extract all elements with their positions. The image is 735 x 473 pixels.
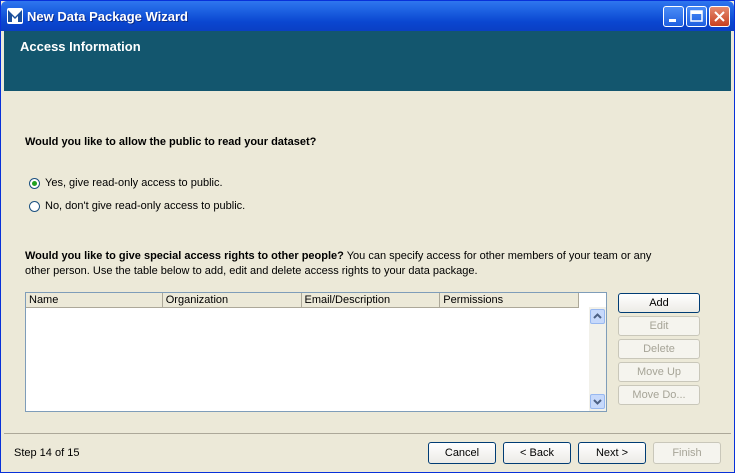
cancel-button[interactable]: Cancel <box>428 442 496 464</box>
radio-selected-icon[interactable] <box>29 177 40 189</box>
radio-no-label: No, don't give read-only access to publi… <box>45 200 246 212</box>
move-down-button[interactable]: Move Do... <box>618 385 700 405</box>
step-indicator: Step 14 of 15 <box>14 447 80 459</box>
wizard-header: Access Information <box>4 31 731 91</box>
column-header-organization[interactable]: Organization <box>163 293 302 307</box>
title-bar[interactable]: New Data Package Wizard <box>1 1 734 31</box>
table-scrollbar[interactable] <box>589 307 606 411</box>
finish-button[interactable]: Finish <box>653 442 721 464</box>
chevron-up-icon <box>593 313 602 319</box>
app-icon <box>7 8 23 24</box>
delete-button[interactable]: Delete <box>618 339 700 359</box>
back-button[interactable]: < Back <box>503 442 571 464</box>
table-header: Name Organization Email/Description Perm… <box>26 293 579 308</box>
maximize-icon <box>690 10 703 22</box>
close-button[interactable] <box>709 6 730 27</box>
radio-unselected-icon[interactable] <box>29 200 40 212</box>
window-title: New Data Package Wizard <box>27 9 189 24</box>
column-header-email[interactable]: Email/Description <box>302 293 441 307</box>
wizard-window: New Data Package Wizard Access Informati… <box>0 0 735 473</box>
add-button[interactable]: Add <box>618 293 700 313</box>
column-header-name[interactable]: Name <box>26 293 163 307</box>
chevron-down-icon <box>593 399 602 405</box>
scroll-down-button[interactable] <box>590 394 605 409</box>
page-title: Access Information <box>20 39 141 54</box>
footer-divider <box>4 433 731 434</box>
next-button[interactable]: Next > <box>578 442 646 464</box>
scroll-up-button[interactable] <box>590 309 605 324</box>
maximize-button[interactable] <box>686 6 707 27</box>
minimize-button[interactable] <box>663 6 684 27</box>
move-up-button[interactable]: Move Up <box>618 362 700 382</box>
minimize-icon <box>669 19 676 22</box>
close-icon <box>714 11 725 22</box>
edit-button[interactable]: Edit <box>618 316 700 336</box>
public-access-question: Would you like to allow the public to re… <box>25 136 317 148</box>
column-header-permissions[interactable]: Permissions <box>440 293 579 307</box>
radio-no-public[interactable]: No, don't give read-only access to publi… <box>29 199 245 213</box>
access-table[interactable]: Name Organization Email/Description Perm… <box>25 292 607 412</box>
radio-yes-label: Yes, give read-only access to public. <box>45 177 223 189</box>
special-access-question-bold: Would you like to give special access ri… <box>25 250 344 262</box>
radio-yes-public[interactable]: Yes, give read-only access to public. <box>29 176 223 190</box>
special-access-question: Would you like to give special access ri… <box>25 249 665 279</box>
